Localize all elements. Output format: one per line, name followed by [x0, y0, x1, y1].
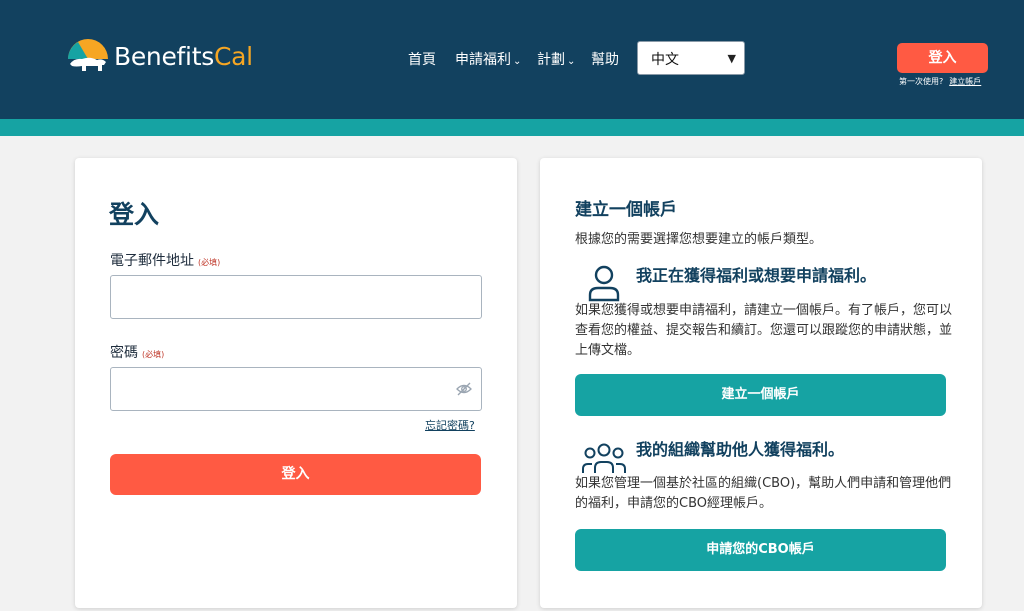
nav-apply-benefits[interactable]: 申請福利 ⌄ [455, 49, 521, 69]
create-account-button[interactable]: 建立一個帳戶 [575, 374, 946, 416]
required-marker: (必填) [142, 350, 165, 359]
option-cbo-description: 如果您管理一個基於社區的組織(CBO)，幫助人們申請和管理他們的福利，申請您的C… [575, 476, 952, 511]
nav-home[interactable]: 首頁 [408, 49, 436, 69]
group-icon [582, 443, 626, 473]
header-login-button[interactable]: 登入 [897, 43, 988, 73]
option-cbo-title: 我的組織幫助他人獲得福利。 [636, 440, 845, 459]
eye-off-icon[interactable] [456, 381, 472, 397]
first-time-text: 第一次使用? 建立帳戶 [899, 77, 982, 86]
login-title: 登入 [109, 200, 160, 229]
nav-help[interactable]: 幫助 [591, 49, 619, 69]
chevron-down-icon: ⌄ [567, 56, 576, 67]
email-label: 電子郵件地址 (必填) [110, 253, 221, 269]
create-account-link[interactable]: 建立帳戶 [949, 77, 981, 86]
create-account-subtitle: 根據您的需要選擇您想要建立的帳戶類型。 [575, 232, 823, 247]
header-accent-bar [0, 119, 1024, 136]
required-marker: (必填) [198, 258, 221, 267]
password-label: 密碼 (必填) [110, 345, 165, 361]
nav-programs[interactable]: 計劃 ⌄ [537, 49, 575, 69]
language-select[interactable]: 中文 ▼ [637, 41, 745, 75]
option-benefits-description: 如果您獲得或想要申請福利，請建立一個帳戶。有了帳戶，您可以查看您的權益、提交報告… [575, 303, 953, 358]
site-header: BenefitsCal 首頁 申請福利 ⌄ 計劃 ⌄ 幫助 中文 ▼ 登入 第一次使… [0, 0, 1024, 119]
create-account-card: 建立一個帳戶 根據您的需要選擇您想要建立的帳戶類型。 我正在獲得福利或想要申請福… [540, 158, 982, 608]
login-card: 登入 電子郵件地址 (必填) 密碼 (必填) 忘記密碼? 登入 [75, 158, 517, 608]
password-field[interactable] [110, 367, 482, 411]
chevron-down-icon: ▼ [727, 52, 736, 65]
user-icon [588, 265, 620, 302]
benefitscal-logo[interactable]: BenefitsCal [66, 33, 266, 77]
forgot-password-link[interactable]: 忘記密碼? [425, 417, 475, 433]
email-field[interactable] [110, 275, 482, 319]
login-submit-button[interactable]: 登入 [110, 454, 481, 495]
apply-cbo-account-button[interactable]: 申請您的CBO帳戶 [575, 529, 946, 571]
create-account-title: 建立一個帳戶 [575, 200, 677, 220]
bear-sun-logo-icon [68, 39, 108, 71]
chevron-down-icon: ⌄ [513, 56, 522, 67]
option-benefits-title: 我正在獲得福利或想要申請福利。 [636, 266, 877, 285]
logo-text: BenefitsCal [114, 42, 253, 71]
